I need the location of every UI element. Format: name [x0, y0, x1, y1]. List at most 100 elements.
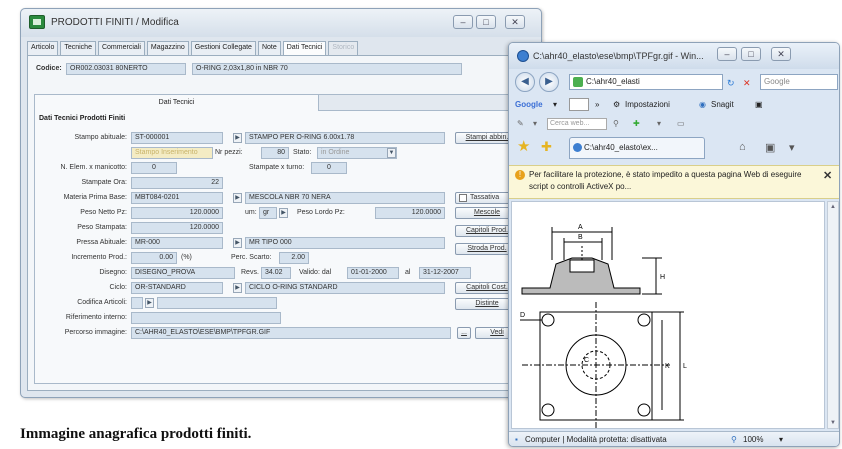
- ie-maximize-button[interactable]: □: [741, 47, 761, 61]
- stato-dropdown-icon[interactable]: ▼: [387, 148, 396, 158]
- info-bar[interactable]: ! Per facilitare la protezione, è stato …: [509, 165, 839, 199]
- ciclo-code-field[interactable]: OR-STANDARD: [131, 282, 223, 294]
- favorites-star-icon[interactable]: ★: [517, 139, 530, 155]
- maximize-button[interactable]: □: [476, 15, 496, 29]
- nr-pezzi-label: Nr pezzi:: [215, 149, 243, 156]
- refresh-icon[interactable]: ↻: [727, 78, 735, 89]
- valido-al-field[interactable]: 31-12-2007: [419, 267, 471, 279]
- perc-scarto-label: Perc. Scarto:: [231, 254, 272, 261]
- stop-icon[interactable]: ✕: [743, 78, 751, 89]
- snagit-button[interactable]: Snagit: [711, 100, 734, 109]
- minimize-button[interactable]: –: [453, 15, 473, 29]
- um-lookup-icon[interactable]: ▶: [279, 208, 288, 218]
- peso-stampata-field[interactable]: 120.0000: [131, 222, 223, 234]
- peso-lordo-field[interactable]: 120.0000: [375, 207, 445, 219]
- toolbar-dropdown-icon[interactable]: ▾: [533, 119, 537, 128]
- peso-netto-label: Peso Netto Pz:: [80, 209, 127, 216]
- stampo-sub-field[interactable]: Stampo Inserimento: [131, 147, 213, 159]
- um-label: um:: [245, 209, 257, 216]
- nr-pezzi-field[interactable]: 80: [261, 147, 289, 159]
- valido-al-label: al: [405, 269, 411, 276]
- tab-storico: Storico: [328, 41, 359, 55]
- materia-code-field[interactable]: MBT084-0201: [131, 192, 223, 204]
- incremento-field[interactable]: 0.00: [131, 252, 177, 264]
- back-icon[interactable]: ◀: [515, 72, 535, 92]
- address-bar[interactable]: C:\ahr40_elasti: [569, 74, 723, 90]
- ie-close-button[interactable]: ✕: [771, 47, 791, 61]
- dati-tecnici-panel: Codice: OR002.03031 80NERTO O-RING 2,03x…: [27, 55, 535, 391]
- browse-button[interactable]: ...: [457, 327, 471, 339]
- ie-search-box[interactable]: Google: [760, 74, 838, 90]
- forward-icon[interactable]: ▶: [539, 72, 559, 92]
- impostazioni-menu[interactable]: Impostazioni: [625, 100, 670, 109]
- google-dropdown-icon[interactable]: ▾: [553, 100, 557, 109]
- more-icon[interactable]: ▾: [657, 119, 661, 128]
- address-text: C:\ahr40_elasti: [586, 77, 640, 86]
- close-button[interactable]: ✕: [505, 15, 525, 29]
- riferimento-field[interactable]: [131, 312, 281, 324]
- materia-lookup-icon[interactable]: ▶: [233, 193, 242, 203]
- codifica-lookup-icon[interactable]: ▶: [145, 298, 154, 308]
- revs-field[interactable]: 34.02: [261, 267, 291, 279]
- tab-dati-tecnici[interactable]: Dati Tecnici: [282, 41, 327, 55]
- tab-articolo[interactable]: Articolo: [27, 41, 59, 55]
- toolbar-icon[interactable]: ✎: [517, 119, 524, 128]
- toolbar-menu-icon[interactable]: ▭: [677, 119, 685, 128]
- label-h: H: [660, 274, 665, 281]
- disegno-label: Disegno:: [99, 269, 127, 276]
- ie-status-bar: ▪ Computer | Modalità protetta: disattiv…: [509, 431, 839, 446]
- settings-icon[interactable]: ⚙: [613, 100, 620, 109]
- stampo-code-field[interactable]: ST-000001: [131, 132, 223, 144]
- feeds-icon[interactable]: ▣: [765, 141, 775, 154]
- ie-tab-label: C:\ahr40_elasto\ex...: [584, 143, 658, 152]
- window-title-bar[interactable]: PRODOTTI FINITI / Modifica – □ ✕: [21, 9, 541, 37]
- snagit-icon[interactable]: ◉: [699, 100, 706, 109]
- ie-minimize-button[interactable]: –: [717, 47, 737, 61]
- ie-title-bar[interactable]: C:\ahr40_elasto\ese\bmp\TPFgr.gif - Win.…: [509, 43, 839, 69]
- valido-dal-field[interactable]: 01-01-2000: [347, 267, 399, 279]
- page-menu-icon[interactable]: ▾: [789, 141, 795, 154]
- elem-field[interactable]: 0: [131, 162, 177, 174]
- tab-tecniche[interactable]: Tecniche: [60, 41, 96, 55]
- ciclo-lookup-icon[interactable]: ▶: [233, 283, 242, 293]
- peso-netto-field[interactable]: 120.0000: [131, 207, 223, 219]
- search-go-icon[interactable]: ⚲: [613, 119, 619, 128]
- stato-select[interactable]: in Ordine: [317, 147, 397, 159]
- tab-gestioni-collegate[interactable]: Gestioni Collegate: [190, 41, 256, 55]
- codifica-field[interactable]: [131, 297, 143, 309]
- perc-scarto-field[interactable]: 2.00: [279, 252, 309, 264]
- stampate-turno-field[interactable]: 0: [311, 162, 347, 174]
- info-close-icon[interactable]: ✕: [823, 169, 832, 182]
- info-bar-text: Per facilitare la protezione, è stato im…: [529, 170, 802, 191]
- stampate-ora-field[interactable]: 22: [131, 177, 223, 189]
- zoom-icon: ⚲: [731, 435, 737, 444]
- home-icon[interactable]: ⌂: [739, 141, 746, 153]
- add-icon[interactable]: ✚: [633, 119, 640, 128]
- pressa-lookup-icon[interactable]: ▶: [233, 238, 242, 248]
- stampo-lookup-icon[interactable]: ▶: [233, 133, 242, 143]
- add-favorites-icon[interactable]: ✚: [541, 139, 552, 155]
- drawing-viewport: A B H K L D C: [511, 201, 825, 429]
- elem-label: N. Elem. x manicotto:: [60, 164, 127, 171]
- zoom-level[interactable]: 100%: [743, 435, 763, 444]
- um-field[interactable]: gr: [259, 207, 277, 219]
- tab-note[interactable]: Note: [257, 41, 281, 55]
- tab-commerciali[interactable]: Commerciali: [97, 41, 145, 55]
- incremento-label: Incremento Prod.:: [71, 254, 127, 261]
- snagit-capture-icon[interactable]: ▣: [755, 100, 763, 109]
- disegno-field[interactable]: DISEGNO_PROVA: [131, 267, 235, 279]
- tab-magazzino[interactable]: Magazzino: [146, 41, 189, 55]
- google-search-input[interactable]: [569, 98, 589, 111]
- zoom-dropdown-icon[interactable]: ▾: [779, 435, 783, 444]
- percorso-field[interactable]: C:\AHR40_ELASTO\ESE\BMP\TPFGR.GIF: [131, 327, 451, 339]
- subtab-dati-tecnici[interactable]: Dati Tecnici: [35, 95, 319, 111]
- go-icon[interactable]: »: [595, 100, 599, 109]
- valido-label: Valido: dal: [299, 269, 332, 276]
- vertical-scrollbar[interactable]: [827, 201, 839, 429]
- dati-tecnici-subpanel: Dati Tecnici Dati Tecnici Prodotti Finit…: [34, 94, 528, 384]
- figure-caption: Immagine anagrafica prodotti finiti.: [20, 426, 252, 442]
- cerca-web-input[interactable]: Cerca web...: [547, 118, 607, 130]
- tassativa-label: Tassativa: [470, 194, 500, 201]
- ie-tab[interactable]: C:\ahr40_elasto\ex...: [569, 137, 705, 159]
- pressa-code-field[interactable]: MR-000: [131, 237, 223, 249]
